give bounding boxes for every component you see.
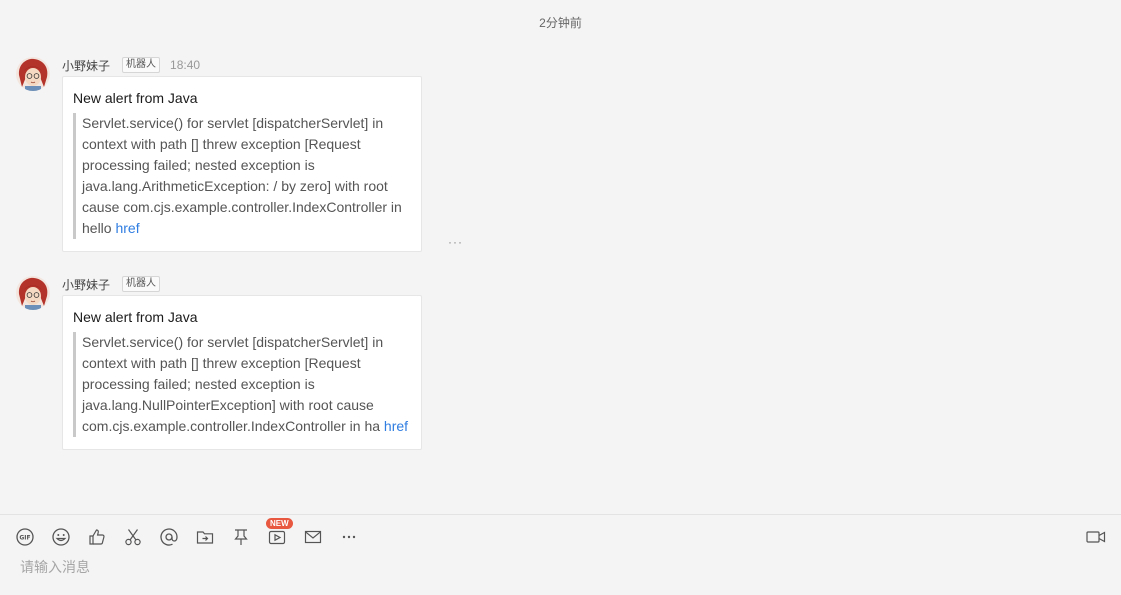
pin-icon[interactable] (230, 526, 252, 548)
emoji-icon[interactable] (50, 526, 72, 548)
more-actions-icon[interactable]: ··· (448, 235, 463, 249)
time-divider: 2分钟前 (539, 16, 582, 30)
message-input[interactable] (20, 555, 1100, 579)
sender-name[interactable]: 小野妹子 (62, 57, 110, 74)
alert-title: New alert from Java (73, 90, 198, 106)
alert-body: Servlet.service() for servlet [dispatche… (82, 115, 402, 236)
mail-icon[interactable] (302, 526, 324, 548)
message-meta: 小野妹子 机器人 (62, 276, 170, 292)
alert-title: New alert from Java (73, 309, 198, 325)
message-bubble[interactable]: New alert from Java Servlet.service() fo… (62, 76, 422, 252)
gif-icon[interactable]: GIF (14, 526, 36, 548)
robot-badge: 机器人 (122, 276, 161, 292)
more-icon[interactable] (338, 526, 360, 548)
composer-toolbar: GIF NEW (14, 518, 374, 548)
avatar[interactable] (16, 276, 50, 310)
new-badge: NEW (266, 518, 293, 529)
chat-area: 2分钟前 小野妹子 机器人 18:40 New alert from Java … (0, 0, 1121, 514)
thumbs-up-icon[interactable] (86, 526, 108, 548)
alert-quote: Servlet.service() for servlet [dispatche… (73, 332, 411, 437)
sender-name[interactable]: 小野妹子 (62, 276, 110, 293)
message-meta: 小野妹子 机器人 18:40 (62, 57, 200, 73)
alert-link[interactable]: href (115, 220, 139, 236)
video-play-icon[interactable]: NEW (266, 518, 293, 548)
message-time: 18:40 (170, 58, 201, 72)
robot-badge: 机器人 (122, 57, 161, 73)
svg-text:GIF: GIF (19, 534, 30, 541)
message-bubble[interactable]: New alert from Java Servlet.service() fo… (62, 295, 422, 450)
avatar[interactable] (16, 57, 50, 91)
at-icon[interactable] (158, 526, 180, 548)
alert-body: Servlet.service() for servlet [dispatche… (82, 334, 384, 434)
video-camera-icon[interactable] (1085, 526, 1107, 548)
scissors-icon[interactable] (122, 526, 144, 548)
alert-quote: Servlet.service() for servlet [dispatche… (73, 113, 411, 239)
alert-link[interactable]: href (384, 418, 408, 434)
folder-icon[interactable] (194, 526, 216, 548)
composer: GIF NEW (0, 514, 1121, 595)
